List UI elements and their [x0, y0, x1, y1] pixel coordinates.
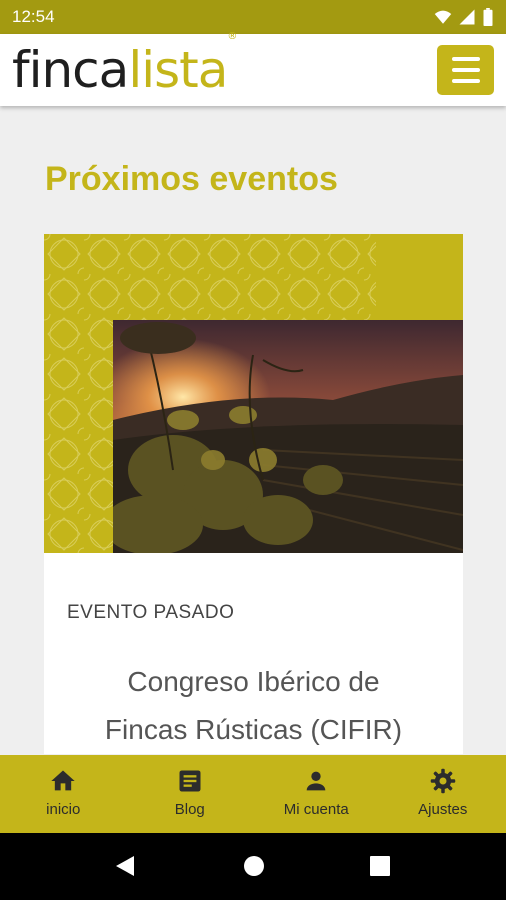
nav-item-blog[interactable]: Blog: [127, 755, 254, 833]
blog-icon: [179, 770, 201, 792]
logo[interactable]: fincalista®: [12, 31, 237, 99]
vineyard-sunset-photo: [113, 320, 463, 553]
nav-label-inicio: inicio: [46, 801, 81, 818]
event-card[interactable]: EVENTO PASADO Congreso Ibérico de Fincas…: [44, 234, 463, 754]
nav-label-blog: Blog: [174, 801, 205, 818]
event-title-line-2: Fincas Rústicas (CIFIR): [104, 714, 403, 745]
nav-label-ajustes: Ajustes: [418, 801, 468, 818]
back-icon[interactable]: [114, 854, 136, 878]
nav-item-ajustes[interactable]: Ajustes: [380, 755, 506, 833]
event-title-line-1: Congreso Ibérico de: [127, 666, 380, 697]
logo-accent-text: lista: [128, 41, 228, 99]
nav-item-mi-cuenta[interactable]: Mi cuenta: [253, 755, 380, 833]
hamburger-menu-icon[interactable]: [437, 45, 494, 95]
logo-registered-mark: ®: [227, 31, 237, 43]
nav-label-mi-cuenta: Mi cuenta: [283, 801, 349, 818]
status-time: 12:54: [12, 7, 55, 26]
wifi-icon: [434, 10, 452, 24]
home-circle-icon[interactable]: [243, 855, 265, 877]
status-icons: [434, 8, 494, 26]
battery-icon: [483, 8, 493, 26]
bottom-nav: inicio Blog Mi cuenta Ajustes: [0, 755, 506, 833]
app-header: fincalista®: [0, 31, 506, 106]
settings-icon: [430, 768, 455, 794]
status-bar: 12:54: [0, 0, 506, 34]
event-card-media: [44, 234, 463, 553]
event-title[interactable]: Congreso Ibérico de Fincas Rústicas (CIF…: [44, 658, 463, 754]
recents-icon[interactable]: [370, 856, 390, 876]
logo-dark-text: finca: [12, 41, 129, 99]
home-icon: [51, 770, 75, 791]
system-nav-bar: [0, 833, 506, 900]
nav-item-inicio[interactable]: inicio: [0, 755, 127, 833]
page-title: Próximos eventos: [45, 160, 338, 198]
event-status: EVENTO PASADO: [67, 602, 235, 623]
signal-icon: [459, 9, 475, 25]
account-icon: [306, 771, 326, 791]
